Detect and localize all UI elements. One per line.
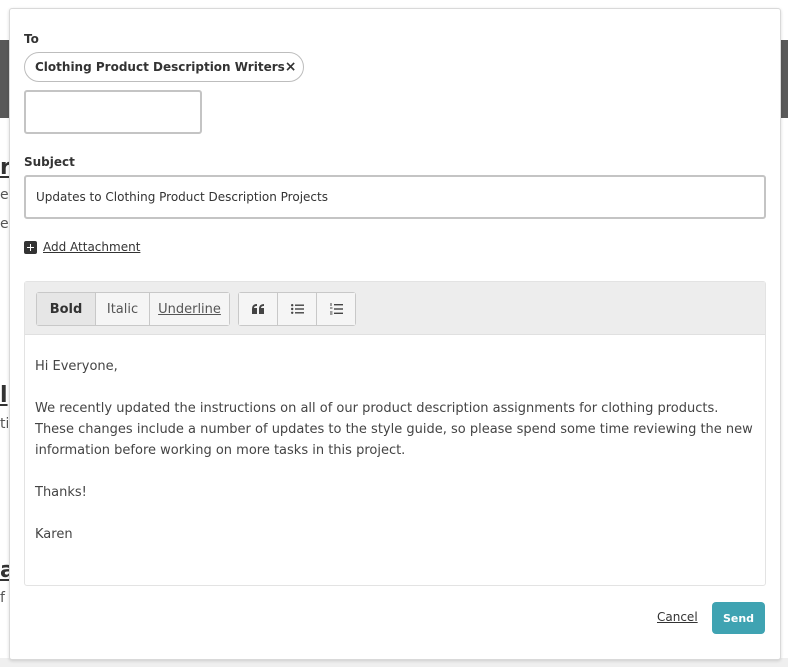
quote-icon — [252, 304, 264, 314]
compose-message-modal: To Clothing Product Description Writers … — [9, 8, 781, 660]
message-greeting: Hi Everyone, — [35, 359, 118, 374]
background-text-fragment: e — [0, 216, 8, 232]
editor-content-area[interactable]: Hi Everyone, We recently updated the ins… — [25, 334, 765, 585]
underline-button-label: Underline — [158, 301, 221, 317]
to-label: To — [24, 32, 39, 46]
message-paragraph: We recently updated the instructions on … — [35, 401, 753, 458]
numbered-list-icon — [329, 303, 343, 315]
subject-input[interactable] — [24, 175, 766, 219]
cancel-button[interactable]: Cancel — [657, 610, 698, 624]
italic-button[interactable]: Italic — [96, 293, 150, 325]
background-text-fragment: ti — [0, 416, 8, 432]
bullet-list-button[interactable] — [278, 293, 317, 325]
editor-toolbar: Bold Italic Underline — [25, 282, 765, 335]
message-signature: Karen — [35, 527, 73, 542]
block-format-group — [238, 292, 356, 326]
background-title-fragment: l — [0, 383, 8, 408]
background-title-fragment: a — [0, 558, 9, 583]
add-attachment[interactable]: Add Attachment — [24, 240, 140, 254]
background-text-fragment: e5 — [0, 187, 8, 203]
message-editor: Bold Italic Underline Hi Everyone, We re… — [24, 281, 766, 586]
send-button[interactable]: Send — [712, 602, 765, 634]
text-format-group: Bold Italic Underline — [36, 292, 230, 326]
subject-label: Subject — [24, 155, 75, 169]
bullet-list-icon — [290, 304, 304, 314]
recipient-chip[interactable]: Clothing Product Description Writers × — [24, 52, 304, 82]
blockquote-button[interactable] — [239, 293, 278, 325]
recipient-chip-label: Clothing Product Description Writers — [35, 60, 285, 74]
message-thanks: Thanks! — [35, 485, 87, 500]
background-text-fragment: f — [0, 590, 5, 606]
background-title-fragment: r — [0, 155, 9, 180]
plus-square-icon[interactable] — [24, 240, 37, 254]
remove-recipient-icon[interactable]: × — [285, 59, 297, 75]
add-attachment-link[interactable]: Add Attachment — [43, 240, 140, 254]
bold-button[interactable]: Bold — [37, 293, 96, 325]
message-body: Hi Everyone, We recently updated the ins… — [35, 356, 753, 566]
underline-button[interactable]: Underline — [150, 293, 229, 325]
numbered-list-button[interactable] — [317, 293, 355, 325]
recipient-input[interactable] — [24, 90, 202, 134]
